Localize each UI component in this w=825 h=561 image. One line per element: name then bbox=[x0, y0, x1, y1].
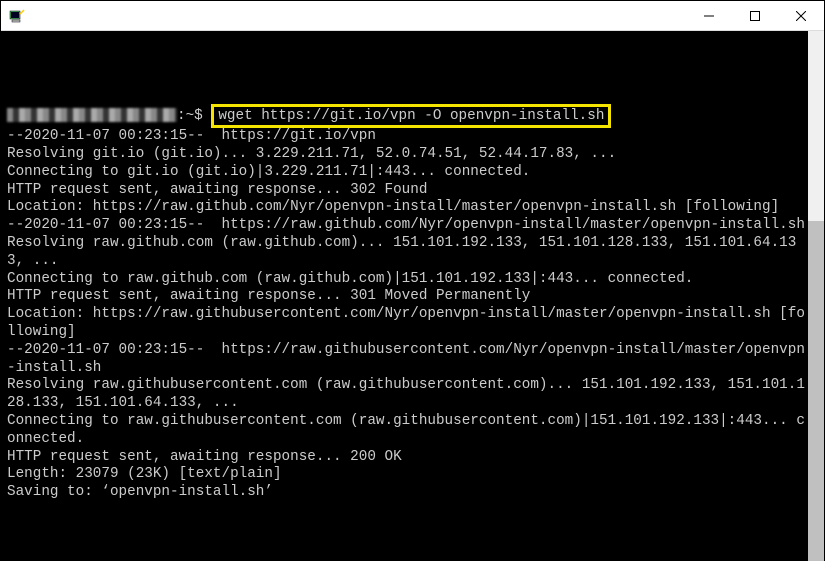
window-controls bbox=[686, 1, 824, 30]
close-button[interactable] bbox=[778, 1, 824, 30]
maximize-button[interactable] bbox=[732, 1, 778, 30]
minimize-button[interactable] bbox=[686, 1, 732, 30]
terminal-output: --2020-11-07 00:23:15-- https://git.io/v… bbox=[7, 128, 805, 500]
titlebar-left bbox=[1, 8, 33, 24]
command-highlight: wget https://git.io/vpn -O openvpn-insta… bbox=[211, 104, 611, 128]
prompt-line: :~$ wget https://git.io/vpn -O openvpn-i… bbox=[7, 104, 807, 128]
putty-icon bbox=[9, 8, 25, 24]
scrollbar[interactable] bbox=[808, 31, 824, 561]
scrollbar-thumb[interactable] bbox=[808, 221, 824, 561]
prompt-suffix: :~$ bbox=[177, 108, 211, 124]
window-titlebar[interactable] bbox=[1, 1, 824, 31]
terminal-area[interactable]: :~$ wget https://git.io/vpn -O openvpn-i… bbox=[1, 31, 824, 561]
terminal-content: :~$ wget https://git.io/vpn -O openvpn-i… bbox=[7, 69, 807, 520]
command-text: wget https://git.io/vpn -O openvpn-insta… bbox=[218, 108, 604, 124]
blurred-hostname bbox=[7, 108, 177, 122]
